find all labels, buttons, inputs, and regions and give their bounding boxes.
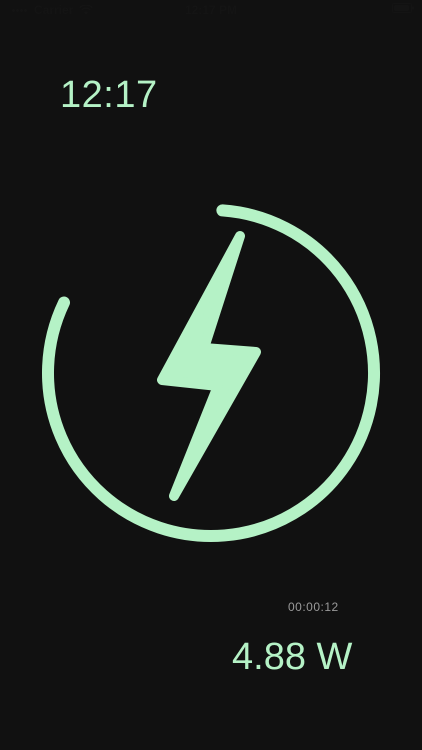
elapsed-timer: 00:00:12 xyxy=(288,600,339,614)
clock-time: 12:17 xyxy=(60,74,158,116)
status-bar: Carrier 12:17 PM xyxy=(0,0,422,22)
status-time: 12:17 PM xyxy=(184,3,238,17)
power-readout: 4.88 W xyxy=(232,636,353,678)
lightning-bolt-icon xyxy=(157,231,261,501)
status-right xyxy=(392,3,414,13)
charging-gauge xyxy=(42,204,380,542)
battery-icon xyxy=(392,3,414,13)
